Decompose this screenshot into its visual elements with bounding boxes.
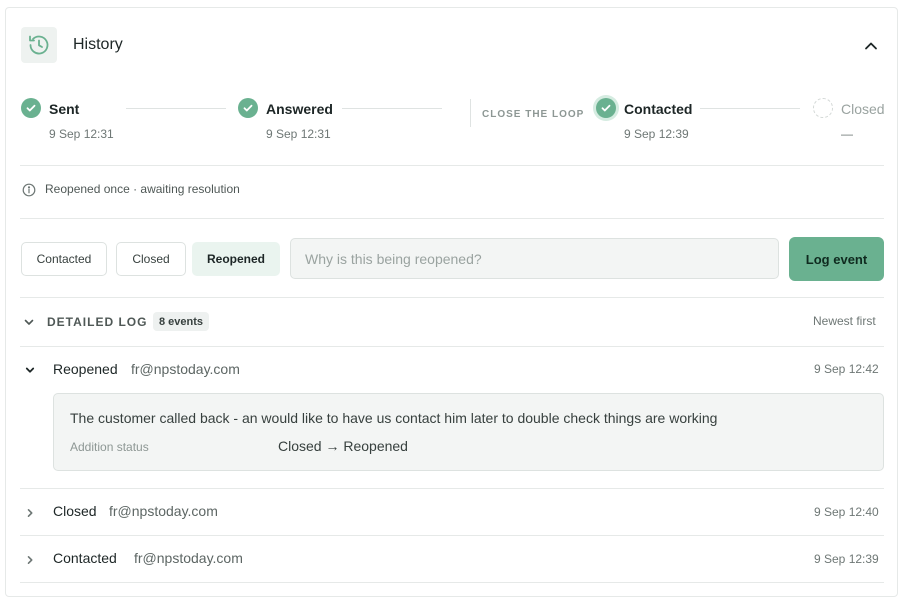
chevron-right-icon[interactable] <box>24 553 36 565</box>
divider <box>20 218 884 219</box>
step-closed-label: Closed <box>841 101 885 117</box>
event-time: 9 Sep 12:39 <box>814 552 879 566</box>
event-user: fr@npstoday.com <box>131 361 240 377</box>
step-closed-date: — <box>841 127 853 141</box>
divider <box>20 297 884 298</box>
check-icon <box>238 98 258 118</box>
chip-reopened[interactable]: Reopened <box>192 242 280 276</box>
event-count-badge: 8 events <box>153 312 210 331</box>
log-event-button[interactable]: Log event <box>789 237 884 281</box>
chip-closed[interactable]: Closed <box>116 242 186 276</box>
divider <box>20 535 884 536</box>
divider <box>20 346 884 347</box>
step-sent-label: Sent <box>49 101 80 117</box>
close-the-loop-label: CLOSE THE LOOP <box>482 109 585 120</box>
event-user: fr@npstoday.com <box>109 503 218 519</box>
event-field-label: Addition status <box>70 440 149 454</box>
check-icon <box>21 98 41 118</box>
divider <box>470 99 471 127</box>
step-sent-date: 9 Sep 12:31 <box>49 127 114 141</box>
event-name: Reopened <box>53 361 118 377</box>
event-details: The customer called back - an would like… <box>53 393 884 471</box>
event-time: 9 Sep 12:40 <box>814 505 879 519</box>
event-time: 9 Sep 12:42 <box>814 362 879 376</box>
event-note: The customer called back - an would like… <box>70 410 718 426</box>
step-answered-date: 9 Sep 12:31 <box>266 127 331 141</box>
step-connector <box>126 108 226 109</box>
step-connector <box>342 108 442 109</box>
reopen-reason-input[interactable] <box>290 238 779 279</box>
detailed-log-title: DETAILED LOG <box>47 315 148 329</box>
pending-circle-icon <box>813 98 833 118</box>
event-field-value: Closed → Reopened <box>278 438 408 454</box>
step-connector <box>700 108 800 109</box>
info-icon <box>22 183 36 197</box>
step-answered-label: Answered <box>266 101 333 117</box>
chevron-right-icon[interactable] <box>24 506 36 518</box>
sort-toggle[interactable]: Newest first <box>813 314 876 328</box>
history-title: History <box>73 36 123 53</box>
divider <box>20 165 884 166</box>
chip-contacted[interactable]: Contacted <box>21 242 107 276</box>
divider <box>20 488 884 489</box>
divider <box>20 582 884 583</box>
history-icon <box>21 27 57 63</box>
chevron-down-icon[interactable] <box>24 363 36 375</box>
chevron-down-icon[interactable] <box>22 315 36 329</box>
step-contacted-date: 9 Sep 12:39 <box>624 127 689 141</box>
event-name: Closed <box>53 503 97 519</box>
chevron-up-icon[interactable] <box>861 36 881 56</box>
check-icon <box>596 98 616 118</box>
event-name: Contacted <box>53 550 117 566</box>
status-info-text: Reopened once · awaiting resolution <box>45 182 240 196</box>
history-card: History Sent 9 Sep 12:31 Answered 9 Sep … <box>5 7 898 597</box>
event-user: fr@npstoday.com <box>134 550 243 566</box>
step-contacted-label: Contacted <box>624 101 693 117</box>
